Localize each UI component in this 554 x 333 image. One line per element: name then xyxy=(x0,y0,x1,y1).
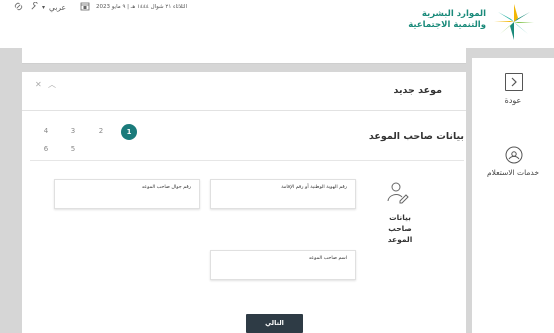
current-date: الثلاثاء ٢١ شوال ١٤٤٤ هـ | ٩ مايو 2023 xyxy=(95,4,187,10)
user-section-label: بيانات صاحب الموعد xyxy=(387,213,413,244)
inquiry-services-icon[interactable] xyxy=(504,145,524,165)
close-icon[interactable]: ✕ xyxy=(35,80,42,89)
chevron-up-icon[interactable]: ︿ xyxy=(48,79,56,90)
inquiry-services-label[interactable]: خدمات الاستعلام xyxy=(472,168,554,177)
link-icon[interactable] xyxy=(14,2,23,13)
national-id-input[interactable] xyxy=(215,194,351,204)
card-header-divider xyxy=(22,110,466,111)
card-title: موعد جديد xyxy=(393,85,442,96)
previous-card-strip xyxy=(22,48,466,64)
back-label[interactable]: عودة xyxy=(472,96,554,105)
step-2[interactable]: 2 xyxy=(95,127,107,135)
mobile-label: رقم جوال صاحب الموعد xyxy=(141,185,191,190)
ministry-logo xyxy=(494,4,534,40)
user-edit-icon xyxy=(387,182,409,204)
back-button[interactable] xyxy=(505,73,523,91)
national-id-field[interactable]: رقم الهوية الوطنية أو رقم الإقامة xyxy=(210,179,356,209)
top-header: الموارد البشرية والتنمية الاجتماعية ▾ عر… xyxy=(0,0,554,48)
step-6[interactable]: 6 xyxy=(40,145,52,153)
mobile-field[interactable]: رقم جوال صاحب الموعد xyxy=(54,179,200,209)
section-title: بيانات صاحب الموعد xyxy=(368,131,464,142)
wrench-icon[interactable] xyxy=(30,1,39,13)
ministry-name: الموارد البشرية والتنمية الاجتماعية xyxy=(408,9,486,31)
mobile-input[interactable] xyxy=(59,194,195,204)
ministry-name-line1: الموارد البشرية xyxy=(421,9,486,19)
step-5[interactable]: 5 xyxy=(67,145,79,153)
ministry-name-line2: والتنمية الاجتماعية xyxy=(408,20,486,30)
section-divider xyxy=(30,160,464,161)
national-id-label: رقم الهوية الوطنية أو رقم الإقامة xyxy=(281,185,347,190)
name-input[interactable] xyxy=(215,265,351,275)
step-1-active[interactable]: 1 xyxy=(121,124,137,140)
name-field[interactable]: اسم صاحب الموعد xyxy=(210,250,356,280)
language-selector[interactable]: عربي xyxy=(49,3,66,12)
chevron-down-icon[interactable]: ▾ xyxy=(42,4,45,11)
name-label: اسم صاحب الموعد xyxy=(308,256,347,261)
step-3[interactable]: 3 xyxy=(67,127,79,135)
chevron-right-icon xyxy=(511,77,517,87)
header-utilities: ▾ عربي الثلاثاء ٢١ شوال ١٤٤٤ هـ | ٩ مايو… xyxy=(14,1,187,13)
step-4[interactable]: 4 xyxy=(40,127,52,135)
calendar-icon xyxy=(80,1,90,13)
next-button[interactable]: التالي xyxy=(246,314,303,333)
